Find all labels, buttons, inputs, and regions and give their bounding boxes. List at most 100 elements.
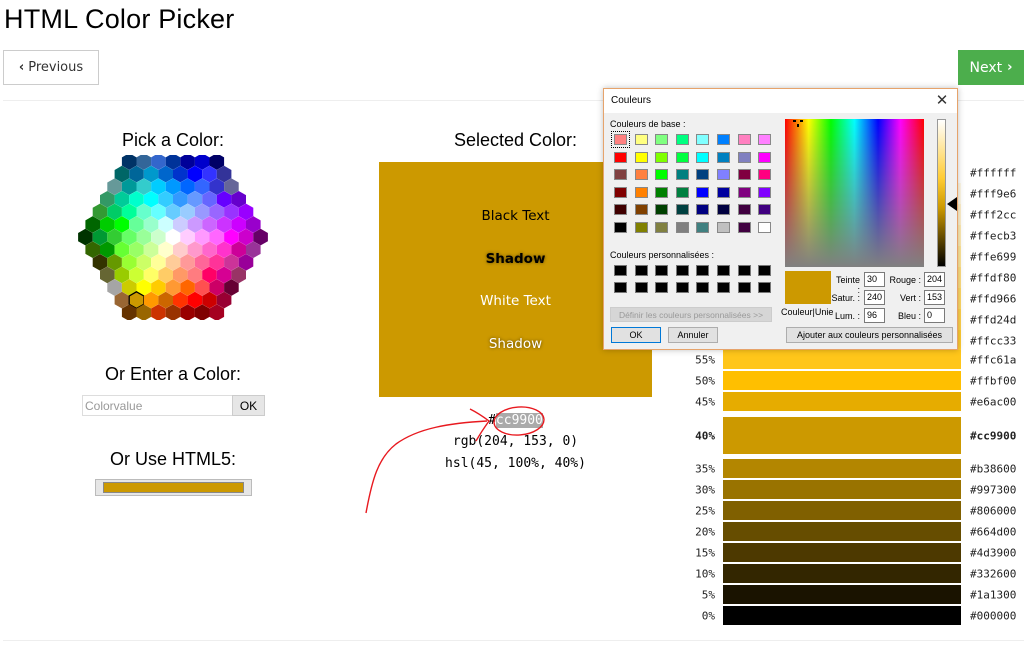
shade-row[interactable]: 30% #997300 (680, 480, 1024, 499)
base-color-swatch[interactable] (696, 169, 710, 181)
base-color-swatch[interactable] (717, 186, 730, 198)
custom-color-swatch[interactable] (634, 282, 648, 293)
add-to-custom-colors-button[interactable]: Ajouter aux couleurs personnalisées (786, 327, 953, 343)
base-color-swatch[interactable] (675, 169, 689, 181)
base-color-swatch[interactable] (655, 134, 669, 145)
base-color-swatch[interactable] (696, 222, 710, 233)
base-color-swatch[interactable] (634, 222, 648, 233)
base-color-swatch[interactable] (717, 151, 730, 163)
base-color-swatch[interactable] (717, 204, 730, 216)
hex-color-map[interactable] (78, 153, 268, 322)
shade-swatch[interactable] (723, 350, 961, 369)
custom-color-swatch[interactable] (758, 282, 772, 293)
color-value-input[interactable] (82, 395, 233, 416)
base-color-swatch[interactable] (675, 222, 689, 233)
dialog-ok-button[interactable]: OK (611, 327, 661, 343)
custom-color-swatch[interactable] (737, 265, 751, 276)
base-color-swatch[interactable] (614, 169, 627, 181)
base-color-swatch[interactable] (696, 134, 710, 145)
base-color-swatch[interactable] (758, 151, 772, 163)
base-color-swatch[interactable] (675, 186, 689, 198)
dialog-cancel-button[interactable]: Annuler (668, 327, 718, 343)
base-color-swatch[interactable] (634, 204, 648, 216)
shade-swatch[interactable] (723, 585, 961, 604)
base-color-swatch[interactable] (655, 222, 669, 233)
shade-swatch[interactable] (723, 564, 961, 583)
red-field[interactable]: 204 (924, 272, 945, 287)
hex-code-selected-text[interactable]: cc9900 (495, 413, 543, 428)
shade-row[interactable]: 40% #cc9900 (680, 417, 1024, 454)
hue-field[interactable]: 30 (864, 272, 885, 287)
base-color-swatch[interactable] (634, 169, 648, 181)
base-color-swatch[interactable] (655, 169, 669, 181)
base-color-swatch[interactable] (758, 186, 772, 198)
custom-color-swatch[interactable] (675, 265, 689, 276)
custom-color-swatch[interactable] (675, 282, 689, 293)
base-color-swatch[interactable] (758, 204, 772, 216)
enter-color-ok-button[interactable]: OK (232, 395, 265, 416)
shade-row[interactable]: 15% #4d3900 (680, 543, 1024, 562)
hex-code-readout[interactable]: #cc9900 (379, 413, 652, 428)
dialog-titlebar[interactable]: Couleurs ✕ (604, 89, 957, 113)
base-color-swatch[interactable] (634, 186, 648, 198)
shade-swatch[interactable] (723, 417, 961, 454)
custom-color-swatch[interactable] (655, 282, 669, 293)
shade-row[interactable]: 0% #000000 (680, 606, 1024, 625)
shade-swatch[interactable] (723, 543, 961, 562)
shade-row[interactable]: 20% #664d00 (680, 522, 1024, 541)
shade-swatch[interactable] (723, 459, 961, 478)
base-color-swatch[interactable] (614, 151, 627, 163)
html5-color-input[interactable] (95, 479, 252, 496)
next-button[interactable]: Next › (958, 50, 1024, 85)
base-color-swatch[interactable] (634, 151, 648, 163)
base-color-swatch[interactable] (696, 204, 710, 216)
shade-row[interactable]: 50% #ffbf00 (680, 371, 1024, 390)
shade-row[interactable]: 10% #332600 (680, 564, 1024, 583)
custom-color-swatch[interactable] (758, 265, 772, 276)
base-color-swatch[interactable] (614, 222, 627, 233)
custom-color-swatch[interactable] (655, 265, 669, 276)
shade-row[interactable]: 5% #1a1300 (680, 585, 1024, 604)
base-color-swatch[interactable] (611, 131, 630, 148)
base-color-swatch[interactable] (717, 169, 730, 181)
base-color-swatch[interactable] (737, 151, 751, 163)
close-icon[interactable]: ✕ (933, 91, 951, 109)
custom-color-swatch[interactable] (614, 282, 627, 293)
shade-row[interactable]: 45% #e6ac00 (680, 392, 1024, 411)
base-color-swatch[interactable] (655, 186, 669, 198)
shade-row[interactable]: 55% #ffc61a (680, 350, 1024, 369)
base-color-swatch[interactable] (717, 222, 730, 233)
shade-swatch[interactable] (723, 606, 961, 625)
base-color-swatch[interactable] (737, 134, 751, 145)
custom-color-swatch[interactable] (634, 265, 648, 276)
base-color-swatch[interactable] (696, 151, 710, 163)
shade-swatch[interactable] (723, 480, 961, 499)
hue-saturation-spectrum[interactable] (785, 119, 924, 267)
base-color-swatch[interactable] (717, 134, 730, 145)
shade-swatch[interactable] (723, 392, 961, 411)
shade-swatch[interactable] (723, 501, 961, 520)
luminance-slider-arrow-icon[interactable] (947, 197, 957, 211)
previous-button[interactable]: ‹ Previous (3, 50, 99, 85)
shade-swatch[interactable] (723, 522, 961, 541)
base-color-swatch[interactable] (655, 151, 669, 163)
base-color-swatch[interactable] (614, 204, 627, 216)
custom-color-swatch[interactable] (614, 265, 627, 276)
base-color-swatch[interactable] (758, 169, 772, 181)
saturation-field[interactable]: 240 (864, 290, 885, 305)
base-color-swatch[interactable] (655, 204, 669, 216)
base-color-swatch[interactable] (675, 151, 689, 163)
base-color-swatch[interactable] (737, 186, 751, 198)
shade-row[interactable]: 35% #b38600 (680, 459, 1024, 478)
custom-color-swatch[interactable] (717, 282, 730, 293)
base-color-swatch[interactable] (614, 186, 627, 198)
base-color-swatch[interactable] (758, 134, 772, 145)
base-color-swatch[interactable] (696, 186, 710, 198)
custom-color-swatch[interactable] (717, 265, 730, 276)
blue-field[interactable]: 0 (924, 308, 945, 323)
base-color-swatch[interactable] (737, 169, 751, 181)
luminance-slider[interactable] (937, 119, 946, 267)
base-color-swatch[interactable] (758, 222, 772, 233)
base-color-swatch[interactable] (737, 204, 751, 216)
base-color-swatch[interactable] (675, 134, 689, 145)
